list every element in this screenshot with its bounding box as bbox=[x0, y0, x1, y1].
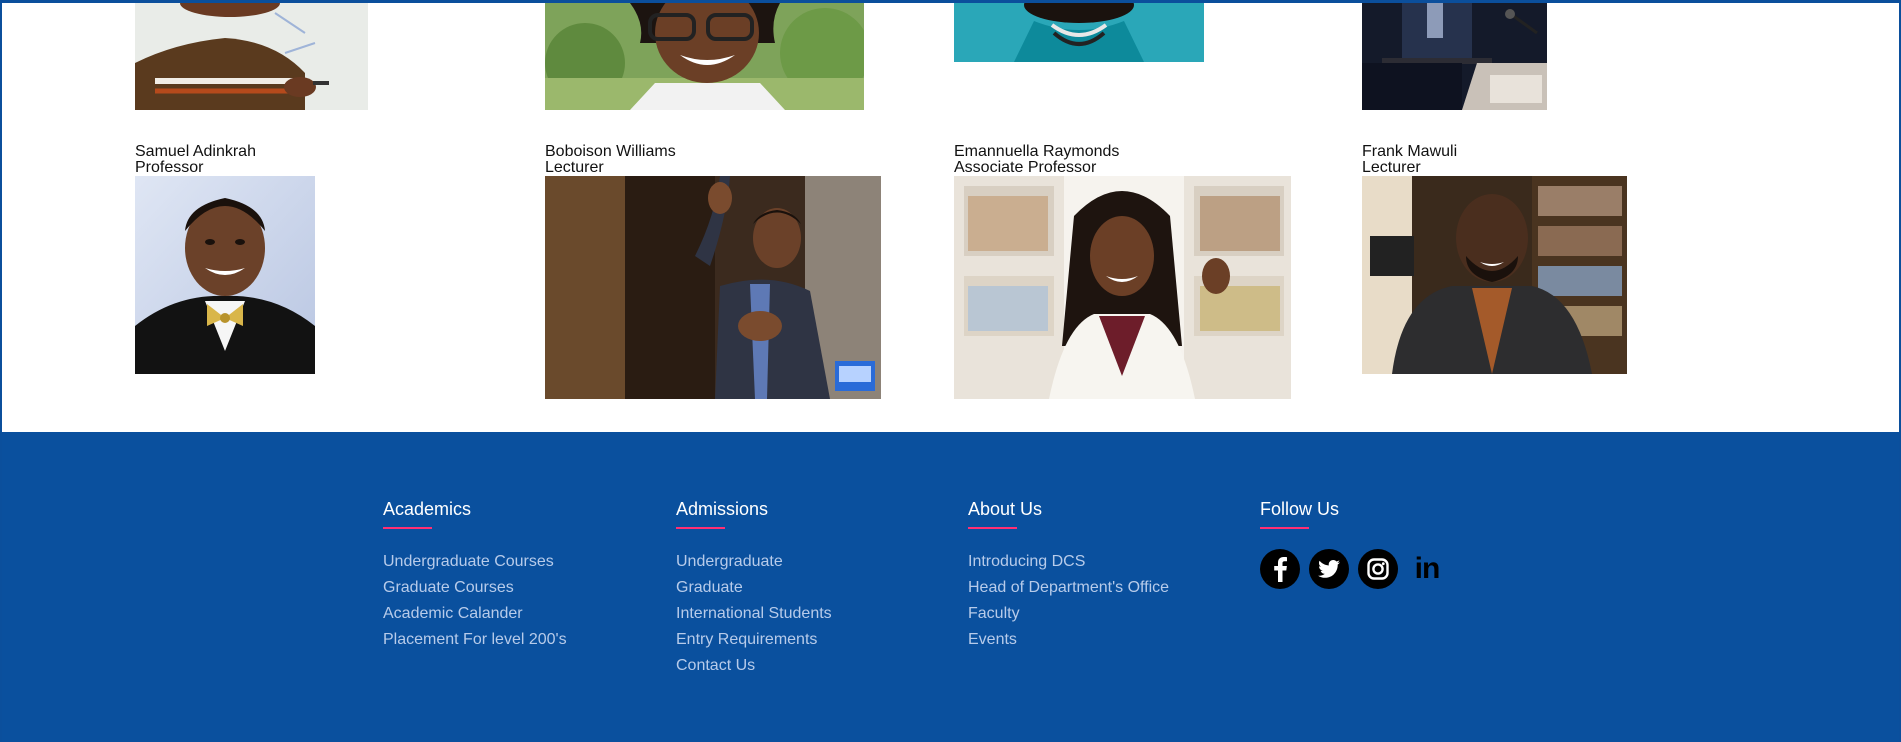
footer-link-academic-calander[interactable]: Academic Calander bbox=[383, 601, 567, 627]
facebook-icon[interactable] bbox=[1260, 549, 1300, 589]
footer-col-admissions: Admissions Undergraduate Graduate Intern… bbox=[676, 498, 832, 679]
footer-link-contact-us[interactable]: Contact Us bbox=[676, 653, 832, 679]
faculty-card-3-text: Emannuella Raymonds Associate Professor bbox=[954, 144, 1119, 176]
footer-link-graduate-courses[interactable]: Graduate Courses bbox=[383, 575, 567, 601]
footer-links-about: Introducing DCS Head of Department's Off… bbox=[968, 549, 1169, 653]
faculty-photo-samuel-adinkrah-image bbox=[135, 176, 315, 374]
faculty-photo-top-4-image bbox=[1362, 3, 1547, 110]
footer-link-faculty[interactable]: Faculty bbox=[968, 601, 1169, 627]
faculty-name: Samuel Adinkrah bbox=[135, 143, 256, 160]
faculty-name: Emannuella Raymonds bbox=[954, 143, 1120, 160]
footer-link-placement-level-200[interactable]: Placement For level 200's bbox=[383, 627, 567, 653]
footer-heading-underline bbox=[676, 527, 725, 529]
faculty-photo-emannuella-raymonds-image bbox=[954, 176, 1291, 399]
footer-heading-academics: Academics bbox=[383, 499, 472, 519]
footer-heading-about: About Us bbox=[968, 499, 1043, 519]
footer-heading-admissions: Admissions bbox=[676, 499, 769, 519]
faculty-photo-top-3-image bbox=[954, 3, 1204, 62]
footer-heading-underline bbox=[1260, 527, 1309, 529]
footer-col-follow: Follow Us in bbox=[1260, 498, 1447, 589]
faculty-photo-top-1[interactable] bbox=[135, 3, 368, 110]
faculty-card-1-text: Samuel Adinkrah Professor bbox=[135, 144, 256, 176]
faculty-title: Professor bbox=[135, 159, 204, 176]
footer-links-academics: Undergraduate Courses Graduate Courses A… bbox=[383, 549, 567, 653]
footer-col-academics: Academics Undergraduate Courses Graduate… bbox=[383, 498, 567, 653]
faculty-photo-top-3[interactable] bbox=[954, 3, 1204, 62]
faculty-title: Lecturer bbox=[1362, 159, 1421, 176]
faculty-card-2-text: Boboison Williams Lecturer bbox=[545, 144, 676, 176]
faculty-photo-boboison-williams[interactable] bbox=[545, 176, 881, 399]
footer-links-admissions: Undergraduate Graduate International Stu… bbox=[676, 549, 832, 679]
footer-col-about: About Us Introducing DCS Head of Departm… bbox=[968, 498, 1169, 653]
instagram-icon[interactable] bbox=[1358, 549, 1398, 589]
footer-link-entry-requirements[interactable]: Entry Requirements bbox=[676, 627, 832, 653]
social-links: in bbox=[1260, 549, 1447, 589]
footer: Academics Undergraduate Courses Graduate… bbox=[2, 432, 1899, 742]
faculty-photo-top-1-image bbox=[135, 3, 368, 110]
footer-link-undergraduate[interactable]: Undergraduate bbox=[676, 549, 832, 575]
faculty-name: Boboison Williams bbox=[545, 143, 676, 160]
page: Samuel Adinkrah Professor Boboison Willi… bbox=[0, 0, 1901, 742]
faculty-photo-emannuella-raymonds[interactable] bbox=[954, 176, 1291, 399]
faculty-photo-top-2[interactable] bbox=[545, 3, 864, 110]
faculty-photo-top-4[interactable] bbox=[1362, 3, 1547, 110]
footer-link-events[interactable]: Events bbox=[968, 627, 1169, 653]
footer-link-undergraduate-courses[interactable]: Undergraduate Courses bbox=[383, 549, 567, 575]
twitter-icon[interactable] bbox=[1309, 549, 1349, 589]
footer-heading-underline bbox=[383, 527, 432, 529]
faculty-card-4-text: Frank Mawuli Lecturer bbox=[1362, 144, 1457, 176]
linkedin-glyph: in bbox=[1414, 552, 1441, 585]
footer-link-international-students[interactable]: International Students bbox=[676, 601, 832, 627]
linkedin-icon[interactable]: in bbox=[1407, 549, 1447, 589]
faculty-title: Associate Professor bbox=[954, 159, 1097, 176]
footer-link-head-of-department[interactable]: Head of Department's Office bbox=[968, 575, 1169, 601]
faculty-name: Frank Mawuli bbox=[1362, 143, 1458, 160]
faculty-title: Lecturer bbox=[545, 159, 604, 176]
footer-link-introducing-dcs[interactable]: Introducing DCS bbox=[968, 549, 1169, 575]
footer-heading-follow: Follow Us bbox=[1260, 499, 1340, 519]
faculty-photo-top-2-image bbox=[545, 3, 864, 110]
faculty-photo-boboison-williams-image bbox=[545, 176, 881, 399]
footer-link-graduate[interactable]: Graduate bbox=[676, 575, 832, 601]
footer-heading-underline bbox=[968, 527, 1017, 529]
faculty-photo-frank-mawuli[interactable] bbox=[1362, 176, 1627, 374]
faculty-photo-samuel-adinkrah[interactable] bbox=[135, 176, 315, 374]
faculty-photo-frank-mawuli-image bbox=[1362, 176, 1627, 374]
